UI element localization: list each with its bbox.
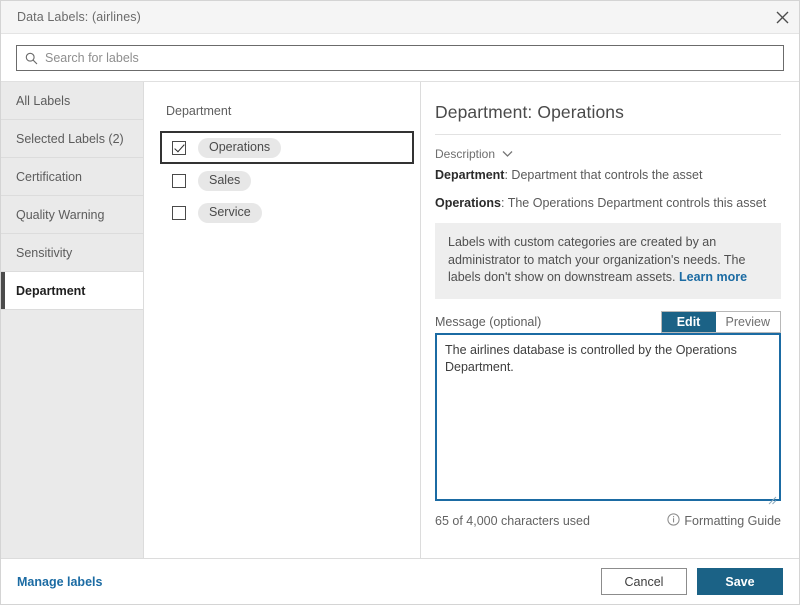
sidebar-item-label: Quality Warning <box>16 208 104 222</box>
formatting-guide-label: Formatting Guide <box>684 514 781 528</box>
cancel-button[interactable]: Cancel <box>601 568 687 595</box>
learn-more-link[interactable]: Learn more <box>679 270 747 284</box>
sidebar-item-all-labels[interactable]: All Labels <box>1 82 143 120</box>
description-text-operations: : The Operations Department controls thi… <box>501 196 766 210</box>
character-count: 65 of 4,000 characters used <box>435 514 590 528</box>
sidebar-item-label: Selected Labels (2) <box>16 132 124 146</box>
label-option-service[interactable]: Service <box>166 198 406 228</box>
sidebar-filler <box>1 310 143 558</box>
search-box[interactable] <box>16 45 784 71</box>
description-term-operations: Operations <box>435 196 501 210</box>
checkbox-sales[interactable] <box>172 174 186 188</box>
checkbox-service[interactable] <box>172 206 186 220</box>
description-text-department: : Department that controls the asset <box>504 168 702 182</box>
tab-preview[interactable]: Preview <box>716 312 780 332</box>
sidebar-item-label: Sensitivity <box>16 246 72 260</box>
chevron-down-icon <box>502 147 513 161</box>
description-toggle-label: Description <box>435 147 495 161</box>
data-labels-dialog: Data Labels: (airlines) <box>0 0 800 605</box>
detail-title: Department: Operations <box>435 102 781 135</box>
manage-labels-link[interactable]: Manage labels <box>17 575 102 589</box>
sidebar-item-certification[interactable]: Certification <box>1 158 143 196</box>
message-label: Message (optional) <box>435 315 541 333</box>
info-circle-icon <box>667 513 680 529</box>
label-option-operations[interactable]: Operations <box>160 131 414 164</box>
description-line-department: Department: Department that controls the… <box>435 167 781 184</box>
description-toggle[interactable]: Description <box>435 147 513 161</box>
info-callout: Labels with custom categories are create… <box>435 223 781 299</box>
search-input[interactable] <box>45 47 775 69</box>
sidebar: All Labels Selected Labels (2) Certifica… <box>1 82 144 558</box>
message-header: Message (optional) Edit Preview <box>435 311 781 333</box>
description-line-operations: Operations: The Operations Department co… <box>435 195 781 212</box>
checkbox-operations[interactable] <box>172 141 186 155</box>
formatting-guide-link[interactable]: Formatting Guide <box>667 513 781 529</box>
dialog-footer: Manage labels Cancel Save <box>1 558 799 604</box>
close-icon <box>776 11 789 24</box>
sidebar-item-selected-labels[interactable]: Selected Labels (2) <box>1 120 143 158</box>
label-list-column: Department Operations Sales Service <box>144 82 421 558</box>
sidebar-item-label: Certification <box>16 170 82 184</box>
chip-operations[interactable]: Operations <box>198 138 281 158</box>
chip-service[interactable]: Service <box>198 203 262 223</box>
save-button[interactable]: Save <box>697 568 783 595</box>
dialog-titlebar: Data Labels: (airlines) <box>1 1 799 34</box>
edit-preview-toggle: Edit Preview <box>661 311 781 333</box>
message-textarea[interactable] <box>435 333 781 501</box>
chip-sales[interactable]: Sales <box>198 171 251 191</box>
message-footer: 65 of 4,000 characters used Formatting G… <box>435 513 781 529</box>
sidebar-item-sensitivity[interactable]: Sensitivity <box>1 234 143 272</box>
search-row <box>1 34 799 81</box>
label-option-sales[interactable]: Sales <box>166 166 406 196</box>
dialog-title: Data Labels: (airlines) <box>17 10 141 24</box>
description-term-department: Department <box>435 168 504 182</box>
sidebar-item-label: All Labels <box>16 94 70 108</box>
sidebar-item-quality-warning[interactable]: Quality Warning <box>1 196 143 234</box>
sidebar-item-label: Department <box>16 284 85 298</box>
label-list-heading: Department <box>166 104 406 118</box>
message-textarea-wrap <box>435 333 781 506</box>
dialog-body: All Labels Selected Labels (2) Certifica… <box>1 81 799 558</box>
detail-panel: Department: Operations Description Depar… <box>421 82 799 558</box>
tab-edit[interactable]: Edit <box>662 312 716 332</box>
sidebar-item-department[interactable]: Department <box>1 272 143 310</box>
close-button[interactable] <box>765 1 799 34</box>
search-icon <box>25 52 38 65</box>
